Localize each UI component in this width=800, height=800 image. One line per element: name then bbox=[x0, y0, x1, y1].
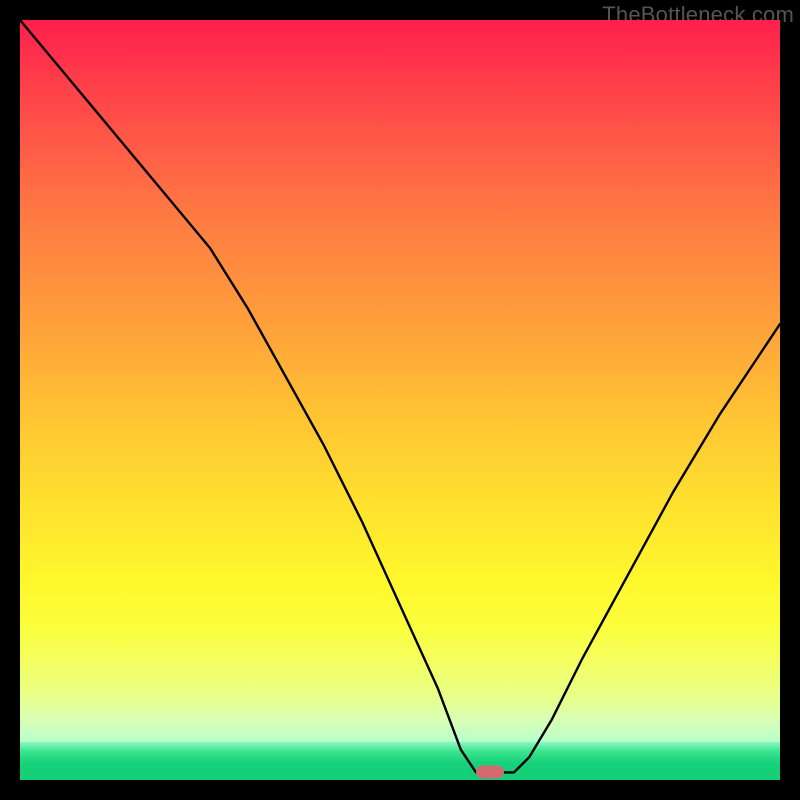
plot-area bbox=[20, 20, 780, 780]
chart-frame: TheBottleneck.com bbox=[0, 0, 800, 800]
optimal-marker bbox=[476, 766, 504, 779]
bottleneck-curve bbox=[20, 20, 780, 780]
